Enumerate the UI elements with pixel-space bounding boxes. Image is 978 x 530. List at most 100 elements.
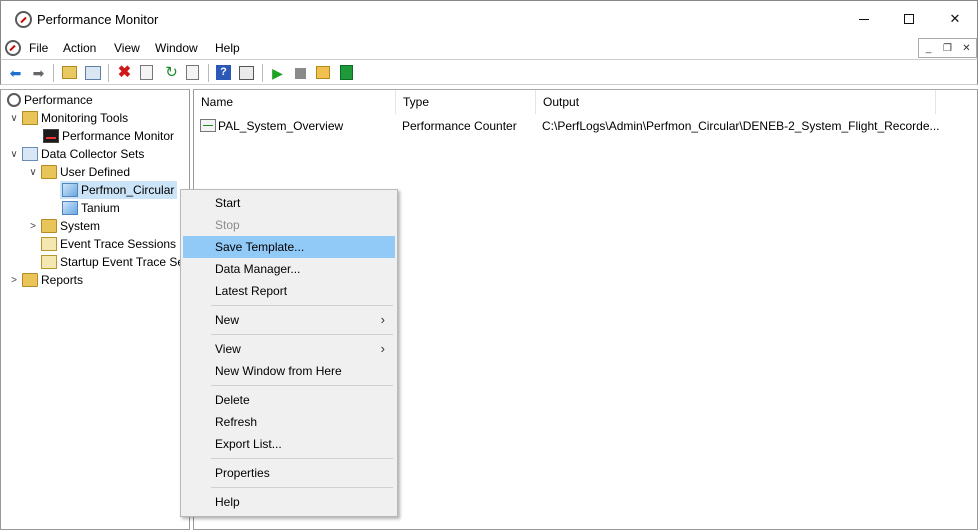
tree-item-performance-monitor[interactable]: Performance Monitor [41,127,174,145]
menu-item-new-window-from-here[interactable]: New Window from Here [183,360,395,382]
system-menu-icon[interactable] [5,40,21,56]
tree-item-data-collector-sets[interactable]: ∨ Data Collector Sets [8,145,144,163]
tree-item-label: Performance Monitor [62,129,175,143]
toolbar-separator [262,64,263,82]
event-trace-icon [41,237,57,251]
tree-item-performance[interactable]: Performance [5,91,93,109]
column-header-type[interactable]: Type [396,90,536,114]
menu-item-label: New [215,313,240,327]
collector-set-icon [62,183,78,197]
menu-item-label: Properties [215,466,270,480]
performance-monitor-icon [15,11,32,28]
folder-icon [41,219,57,233]
menu-item-properties[interactable]: Properties [183,462,395,484]
mdi-restore-button[interactable]: ❐ [938,39,957,57]
menu-action[interactable]: Action [63,41,96,55]
delete-icon[interactable]: ✖ [116,64,133,81]
tree-item-label: Monitoring Tools [41,111,129,125]
back-arrow-icon[interactable]: ⬅ [7,64,24,81]
row-name: PAL_System_Overview [218,119,344,133]
menu-item-stop: Stop [183,214,395,236]
tree-item-tanium[interactable]: Tanium [60,199,120,217]
minimize-icon [859,18,869,20]
maximize-icon [904,14,914,24]
menu-separator [211,385,393,386]
tree-item-startup-event-trace-sessions[interactable]: Startup Event Trace Se [39,253,184,271]
close-button[interactable]: ✕ [932,1,978,37]
forward-arrow-icon[interactable]: ➡ [30,64,47,81]
up-folder-icon[interactable] [62,66,77,79]
menu-item-save-template[interactable]: Save Template... [183,236,395,258]
row-type: Performance Counter [402,119,517,133]
toolbar-separator [208,64,209,82]
performance-icon [7,93,21,107]
menu-item-export-list[interactable]: Export List... [183,433,395,455]
start-icon[interactable]: ▶ [269,64,286,81]
reports-folder-icon [22,273,38,287]
new-data-collector-icon[interactable] [316,66,330,79]
console-icon[interactable] [239,66,254,80]
mdi-minimize-button[interactable]: _ [919,39,938,57]
tree-item-monitoring-tools[interactable]: ∨ Monitoring Tools [8,109,128,127]
export-list-icon[interactable] [186,65,199,80]
tree-item-label: Startup Event Trace Se [60,255,185,269]
collapse-chevron-icon[interactable]: ∨ [27,167,39,178]
tree-item-user-defined[interactable]: ∨ User Defined [27,163,130,181]
navigation-tree: Performance ∨ Monitoring Tools Performan… [0,89,190,530]
menu-item-label: Delete [215,393,250,407]
tree-item-system[interactable]: > System [27,217,100,235]
menu-item-label: View [215,342,241,356]
latest-report-icon[interactable] [340,65,353,80]
menu-separator [211,305,393,306]
tree-item-label: Perfmon_Circular [81,183,175,197]
menu-item-label: Latest Report [215,284,288,298]
menu-item-label: Help [215,495,240,509]
menu-item-label: New Window from Here [215,364,342,378]
menu-item-data-manager[interactable]: Data Manager... [183,258,395,280]
mdi-close-button[interactable]: ✕ [957,39,976,57]
close-icon: ✕ [949,11,961,26]
table-row[interactable]: PAL_System_Overview Performance Counter … [194,116,977,136]
menu-bar: File Action View Window Help [0,37,978,59]
toolbar: ⬅ ➡ ✖ ↻ ? ▶ [0,59,978,85]
menu-file[interactable]: File [29,41,48,55]
menu-help[interactable]: Help [215,41,240,55]
maximize-button[interactable] [886,1,932,37]
toolbar-separator [53,64,54,82]
tree-item-label: Data Collector Sets [41,147,145,161]
help-icon[interactable]: ? [216,65,231,80]
menu-separator [211,458,393,459]
menu-item-label: Export List... [215,437,282,451]
menu-item-delete[interactable]: Delete [183,389,395,411]
stop-icon[interactable] [295,68,306,79]
menu-window[interactable]: Window [155,41,198,55]
menu-item-label: Data Manager... [215,262,301,276]
collapse-chevron-icon[interactable]: ∨ [8,149,20,160]
column-header-name[interactable]: Name [194,90,396,114]
properties-icon[interactable] [140,65,153,80]
menu-item-view[interactable]: View › [183,338,395,360]
collapse-chevron-icon[interactable]: ∨ [8,113,20,124]
expand-chevron-icon[interactable]: > [27,221,39,232]
tree-item-perfmon-circular[interactable]: Perfmon_Circular [60,181,178,199]
menu-view[interactable]: View [114,41,140,55]
tree-item-event-trace-sessions[interactable]: Event Trace Sessions [39,235,176,253]
performance-counter-icon [200,119,216,132]
tree-item-reports[interactable]: > Reports [8,271,83,289]
column-header-output[interactable]: Output [536,90,936,114]
menu-item-refresh[interactable]: Refresh [183,411,395,433]
row-output: C:\PerfLogs\Admin\Perfmon_Circular\DENEB… [542,119,940,133]
mdi-controls: _ ❐ ✕ [918,38,977,58]
minimize-button[interactable] [841,1,887,37]
menu-item-latest-report[interactable]: Latest Report [183,280,395,302]
refresh-icon[interactable]: ↻ [163,64,180,81]
expand-chevron-icon[interactable]: > [8,275,20,286]
tools-folder-icon [22,111,38,125]
menu-item-label: Save Template... [215,240,305,254]
menu-item-label: Stop [215,218,240,232]
menu-item-new[interactable]: New › [183,309,395,331]
menu-item-help[interactable]: Help [183,491,395,513]
data-collector-sets-icon [22,147,38,161]
menu-item-start[interactable]: Start [183,192,395,214]
show-hide-tree-icon[interactable] [85,66,101,80]
